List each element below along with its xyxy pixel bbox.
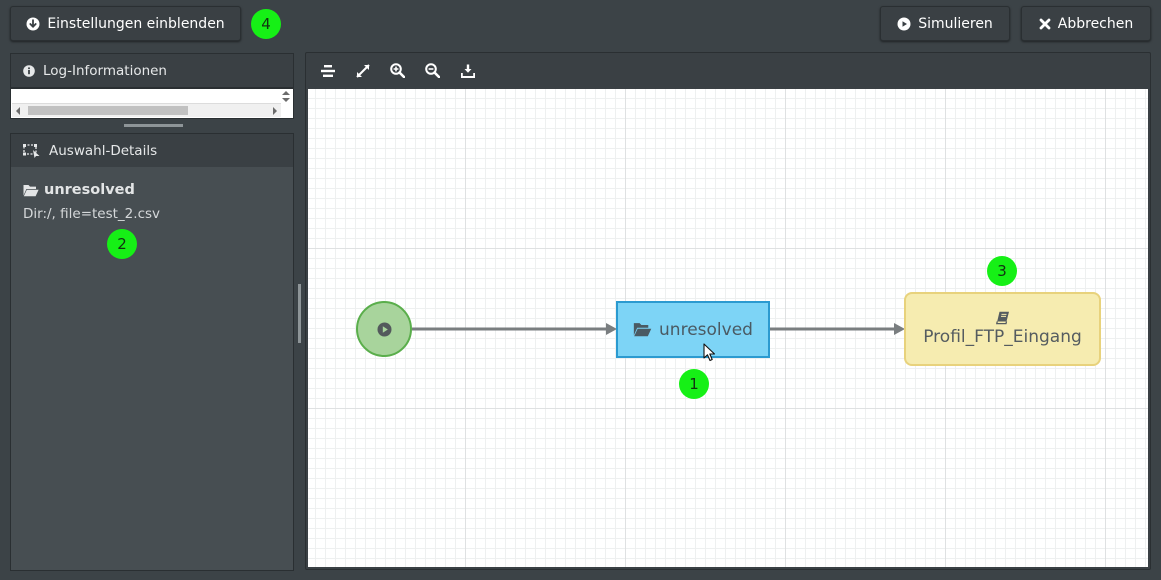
align-icon	[320, 64, 335, 77]
info-icon	[23, 64, 35, 77]
download-icon	[460, 64, 475, 78]
sidebar-resize-handle[interactable]	[298, 284, 301, 343]
show-settings-button[interactable]: Einstellungen einblenden	[10, 6, 241, 41]
align-button[interactable]	[310, 53, 345, 88]
workflow-editor: unresolved Profil_FTP_Eingang 1 3	[305, 52, 1151, 570]
marker-4: 4	[251, 9, 281, 39]
profile-node-label: Profil_FTP_Eingang	[923, 327, 1082, 347]
simulate-label: Simulieren	[918, 15, 993, 32]
details-content: unresolved Dir:/, file=test_2.csv 2	[10, 167, 294, 571]
log-horizontal-scrollbar[interactable]	[12, 103, 281, 117]
download-button[interactable]	[450, 53, 485, 88]
log-panel: Log-Informationen	[10, 53, 294, 88]
marker-3: 3	[987, 256, 1017, 286]
zoom-out-icon	[425, 63, 440, 78]
folder-open-icon	[23, 184, 39, 196]
details-panel-title: Auswahl-Details	[49, 142, 158, 159]
fullscreen-button[interactable]	[345, 53, 380, 88]
cancel-button[interactable]: Abbrechen	[1021, 6, 1151, 41]
cancel-label: Abbrechen	[1057, 15, 1134, 32]
zoom-out-button[interactable]	[415, 53, 450, 88]
selected-item-title: unresolved	[23, 182, 135, 198]
simulate-button[interactable]: Simulieren	[880, 6, 1010, 41]
profile-node[interactable]: Profil_FTP_Eingang	[904, 292, 1101, 366]
log-content[interactable]	[10, 88, 294, 119]
editor-toolbar	[306, 53, 1150, 88]
scroll-right-arrow-icon[interactable]	[273, 107, 277, 115]
zoom-in-icon	[390, 63, 405, 78]
log-resize-handle[interactable]	[124, 124, 183, 127]
zoom-in-button[interactable]	[380, 53, 415, 88]
mouse-cursor-icon	[703, 343, 716, 362]
play-circle-icon	[897, 17, 911, 30]
scroll-up-arrow-icon[interactable]	[282, 91, 290, 95]
selection-icon	[23, 143, 40, 158]
log-panel-header[interactable]: Log-Informationen	[10, 53, 294, 88]
start-node[interactable]	[356, 301, 412, 357]
fullscreen-icon	[355, 63, 370, 78]
scroll-down-arrow-icon[interactable]	[282, 98, 290, 102]
arrow-down-circle-icon	[26, 17, 40, 30]
selected-item-name: unresolved	[44, 182, 135, 198]
close-icon	[1039, 18, 1051, 29]
log-vertical-scrollbar[interactable]	[280, 90, 292, 104]
play-circle-icon	[377, 322, 391, 336]
folder-open-icon	[633, 323, 652, 337]
show-settings-label: Einstellungen einblenden	[47, 15, 225, 32]
details-panel-header[interactable]: Auswahl-Details	[10, 133, 294, 168]
marker-1: 1	[679, 369, 709, 399]
directory-node-label: unresolved	[659, 319, 753, 340]
scroll-left-arrow-icon[interactable]	[16, 107, 20, 115]
log-panel-title: Log-Informationen	[43, 62, 167, 79]
book-icon	[995, 311, 1009, 325]
directory-node[interactable]: unresolved	[616, 301, 770, 358]
selected-item-info: Dir:/, file=test_2.csv	[23, 206, 161, 222]
scrollbar-thumb[interactable]	[28, 106, 188, 115]
details-panel: Auswahl-Details	[10, 133, 294, 168]
workflow-canvas[interactable]: unresolved Profil_FTP_Eingang 1 3	[308, 89, 1148, 567]
marker-2: 2	[107, 229, 137, 259]
